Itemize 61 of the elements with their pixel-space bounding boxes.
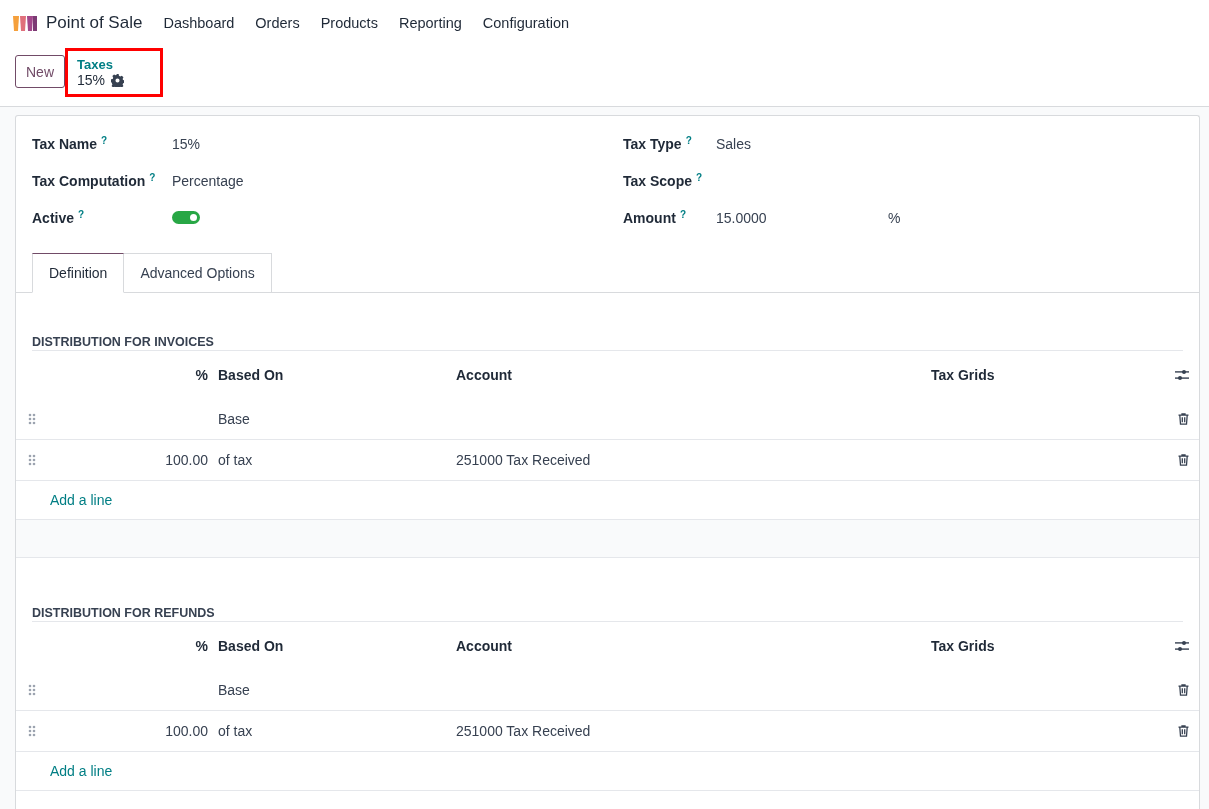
settings-icon[interactable] — [111, 73, 125, 87]
add-line-link[interactable]: Add a line — [50, 492, 113, 508]
new-button[interactable]: New — [15, 55, 65, 88]
app-logo-icon — [12, 14, 38, 32]
table-cell: 100.00 — [165, 452, 208, 468]
trash-icon[interactable] — [1178, 684, 1189, 696]
column-header[interactable]: Tax Grids — [931, 367, 995, 383]
add-line-link[interactable]: Add a line — [50, 763, 113, 779]
column-header[interactable]: Account — [456, 638, 512, 654]
table-cell: Base — [218, 411, 250, 427]
sliders-icon[interactable] — [1175, 640, 1189, 652]
drag-handle-icon[interactable] — [28, 725, 36, 737]
field-label: Active — [32, 210, 75, 226]
tab[interactable]: Definition — [32, 253, 125, 293]
help-tooltip[interactable]: ? — [101, 136, 108, 152]
field-label: Tax Scope — [623, 173, 692, 189]
sliders-icon[interactable] — [1175, 369, 1189, 381]
trash-icon[interactable] — [1178, 725, 1189, 737]
table-cell: of tax — [218, 452, 253, 468]
toggle-switch[interactable] — [172, 211, 200, 224]
column-header[interactable]: Account — [456, 367, 512, 383]
menu-item[interactable]: Reporting — [398, 15, 462, 31]
drag-handle-icon[interactable] — [28, 413, 36, 425]
menu-item[interactable]: Dashboard — [163, 15, 235, 31]
table-cell: 251000 Tax Received — [456, 723, 591, 739]
tab[interactable]: Advanced Options — [124, 253, 272, 293]
field-value[interactable]: 15.0000 — [716, 210, 888, 226]
field-value[interactable]: Sales — [716, 136, 752, 152]
unit-label: % — [888, 210, 901, 226]
app-name[interactable]: Point of Sale — [46, 13, 143, 33]
column-header[interactable]: Tax Grids — [931, 638, 995, 654]
table-cell: 251000 Tax Received — [456, 452, 591, 468]
trash-icon[interactable] — [1178, 454, 1189, 466]
field-value[interactable]: Percentage — [172, 173, 244, 189]
drag-handle-icon[interactable] — [28, 684, 36, 696]
table-cell: Base — [218, 682, 250, 698]
help-tooltip[interactable]: ? — [685, 136, 692, 152]
record-title: 15% — [77, 72, 106, 88]
breadcrumb-link[interactable]: Taxes — [77, 57, 125, 72]
table-cell: 100.00 — [165, 723, 208, 739]
field-label: Tax Computation — [32, 173, 146, 189]
drag-handle-icon[interactable] — [28, 454, 36, 466]
help-tooltip[interactable]: ? — [78, 210, 85, 226]
column-header[interactable]: Based On — [218, 638, 284, 654]
menu-item[interactable]: Orders — [255, 15, 300, 31]
field-label: Tax Type — [623, 136, 682, 152]
menu-item[interactable]: Configuration — [482, 15, 570, 31]
field-label: Amount — [623, 210, 676, 226]
column-header[interactable]: Based On — [218, 367, 284, 383]
help-tooltip[interactable]: ? — [679, 210, 686, 226]
trash-icon[interactable] — [1178, 413, 1189, 425]
section-title: DISTRIBUTION FOR REFUNDS — [32, 606, 1183, 622]
help-tooltip[interactable]: ? — [149, 173, 156, 189]
column-header[interactable]: % — [195, 367, 208, 383]
column-header[interactable]: % — [195, 638, 208, 654]
help-tooltip[interactable]: ? — [696, 173, 703, 189]
field-label: Tax Name — [32, 136, 98, 152]
menu-item[interactable]: Products — [320, 15, 378, 31]
field-value[interactable]: 15% — [172, 136, 201, 152]
section-title: DISTRIBUTION FOR INVOICES — [32, 335, 1183, 351]
table-cell: of tax — [218, 723, 253, 739]
